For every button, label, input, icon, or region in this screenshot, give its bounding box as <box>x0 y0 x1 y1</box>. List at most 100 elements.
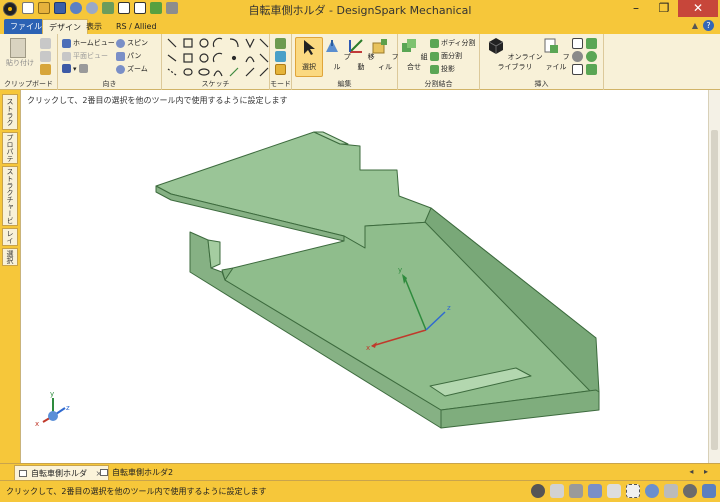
tab-rs-allied[interactable]: RS / Allied <box>110 19 163 34</box>
origin-icon[interactable] <box>572 64 583 75</box>
zoom-extent-icon[interactable] <box>683 484 697 498</box>
corner-axis-z-label: z <box>66 404 70 412</box>
lightweight-icon[interactable] <box>550 484 564 498</box>
split-face-label: 面分割 <box>441 52 462 60</box>
edit-group: 選択 プル 移動 フィル 編集 <box>292 34 399 90</box>
filter-icon[interactable] <box>588 484 602 498</box>
pointer-icon[interactable] <box>607 484 621 498</box>
3d-viewport[interactable]: クリックして、2番目の選択を他のツール内で使用するように設定します x y z … <box>20 90 708 463</box>
doc-tab-holder2[interactable]: 自転車側ホルダ2 <box>96 465 179 480</box>
side-tab-properties[interactable]: プロパティ <box>2 132 18 164</box>
sketch-group: スケッチ <box>162 34 270 90</box>
insert-file-button[interactable]: ファイル <box>542 37 570 77</box>
split-body-icon <box>430 38 439 48</box>
restore-button[interactable]: ❐ <box>650 0 678 17</box>
paste-button[interactable]: 貼り付け <box>6 58 34 68</box>
new-file-icon[interactable] <box>22 2 34 14</box>
cylinder-icon[interactable] <box>586 38 597 49</box>
insert-group: オンラインライブラリ ファイル 挿入 <box>480 34 604 90</box>
close-button[interactable]: ✕ <box>678 0 718 17</box>
tab-nav-arrows[interactable]: ◂ ▸ <box>689 467 712 476</box>
chevron-up-icon[interactable]: ▲ <box>692 21 698 30</box>
snap-view-icon[interactable] <box>702 484 716 498</box>
axis-icon[interactable] <box>572 51 583 62</box>
sketch-group-label: スケッチ <box>201 80 230 88</box>
snapshot-icon[interactable] <box>102 2 114 14</box>
status-bar: クリックして、2番目の選択を他のツール内で使用するように設定します <box>0 480 720 502</box>
record-icon[interactable] <box>531 484 545 498</box>
side-tab-selection[interactable]: 選択 <box>2 248 18 266</box>
spin-button[interactable]: スピン <box>116 38 148 48</box>
center-axis-z-label: z <box>447 304 451 312</box>
box-icon[interactable] <box>150 2 162 14</box>
pan-button[interactable]: パン <box>116 51 141 61</box>
select-button[interactable]: 選択 <box>295 37 323 77</box>
select-body-icon[interactable] <box>569 484 583 498</box>
cube-icon <box>62 64 71 73</box>
corner-axis-x-label: x <box>35 420 39 428</box>
fill-button[interactable]: フィル <box>371 37 399 77</box>
undo-icon[interactable] <box>70 2 82 14</box>
window2-icon[interactable] <box>134 2 146 14</box>
split-face-button[interactable]: 面分割 <box>430 51 462 61</box>
zoom-button[interactable]: ズーム <box>116 64 148 74</box>
sketch-mode-icon[interactable] <box>275 38 286 49</box>
project-icon <box>430 64 439 74</box>
plane-icon[interactable] <box>572 38 583 49</box>
combine-button[interactable]: 組合せ <box>400 37 428 77</box>
title-bar: 自転車側ホルダ - DesignSpark Mechanical – ❐ ✕ <box>0 0 720 18</box>
online-library-label: オンラインライブラリ <box>497 53 543 71</box>
side-panel-tabs: ストラクチャー - 選択 プロパティ ストラクチャービュー レイヤ 選択 <box>0 90 20 463</box>
copy-icon[interactable] <box>40 51 51 62</box>
format-painter-icon[interactable] <box>40 64 51 75</box>
minimize-button[interactable]: – <box>622 0 650 17</box>
online-library-button[interactable]: オンラインライブラリ <box>484 37 546 77</box>
view-style-icon[interactable] <box>645 484 659 498</box>
open-folder-icon[interactable] <box>38 2 50 14</box>
scrollbar-thumb[interactable] <box>711 130 718 450</box>
paste-icon[interactable] <box>10 38 26 58</box>
project-button[interactable]: 投影 <box>430 64 455 74</box>
viewport-scrollbar[interactable] <box>708 90 720 463</box>
side-tab-layers[interactable]: レイヤ <box>2 228 18 246</box>
split-body-button[interactable]: ボディ分割 <box>430 38 476 48</box>
clipboard-group: 貼り付け クリップボード <box>0 34 58 90</box>
view-cube-button[interactable]: ▾ <box>62 64 88 73</box>
shell-icon[interactable] <box>586 64 597 75</box>
plane-view-label: 平面ビュー <box>73 52 108 60</box>
spin-icon <box>116 38 125 48</box>
home-view-button[interactable]: ホームビュー <box>62 38 115 48</box>
redo-icon[interactable] <box>86 2 98 14</box>
printer-icon[interactable] <box>166 2 178 14</box>
doc-tab-holder[interactable]: 自転車側ホルダ × <box>14 465 110 480</box>
ribbon: 貼り付け クリップボード ホームビュー 平面ビュー ▾ スピン パン ズーム 向… <box>0 34 720 90</box>
clipboard-group-label: クリップボード <box>4 80 53 88</box>
mode-group-label: モード <box>270 80 291 88</box>
section-mode-icon[interactable] <box>275 51 286 62</box>
pan-icon <box>116 51 125 61</box>
tab-display[interactable]: 表示 <box>80 19 108 34</box>
status-text: クリックして、2番目の選択を他のツール内で使用するように設定します <box>6 487 267 496</box>
split-face-icon <box>430 51 439 61</box>
side-tab-structure-view[interactable]: ストラクチャービュー <box>2 166 18 226</box>
save-icon[interactable] <box>54 2 66 14</box>
sphere-icon[interactable] <box>586 51 597 62</box>
view-orient-icon[interactable] <box>664 484 678 498</box>
plane-view-button[interactable]: 平面ビュー <box>62 51 108 61</box>
zoom-label: ズーム <box>127 65 148 73</box>
window-icon[interactable] <box>118 2 130 14</box>
insert-file-label: ファイル <box>545 53 570 71</box>
split-body-label: ボディ分割 <box>441 39 476 47</box>
box-select-icon[interactable] <box>626 484 640 498</box>
corner-axis-indicator: x y z <box>35 390 70 428</box>
doc-tab-holder-label: 自転車側ホルダ <box>31 469 87 478</box>
model-canvas[interactable]: x y z x y z <box>21 90 709 463</box>
app-menu-button[interactable] <box>3 2 17 16</box>
side-tab-structure[interactable]: ストラクチャー - 選択 <box>2 94 18 130</box>
sketch-tools[interactable] <box>164 36 270 78</box>
cut-icon[interactable] <box>40 38 51 49</box>
3d-mode-icon[interactable] <box>275 64 286 75</box>
help-icon[interactable]: ? <box>703 20 714 31</box>
fill-label: フィル <box>378 53 399 71</box>
ribbon-tab-bar: ファイル(F) デザイン 表示 RS / Allied ▲ ? <box>0 18 720 34</box>
